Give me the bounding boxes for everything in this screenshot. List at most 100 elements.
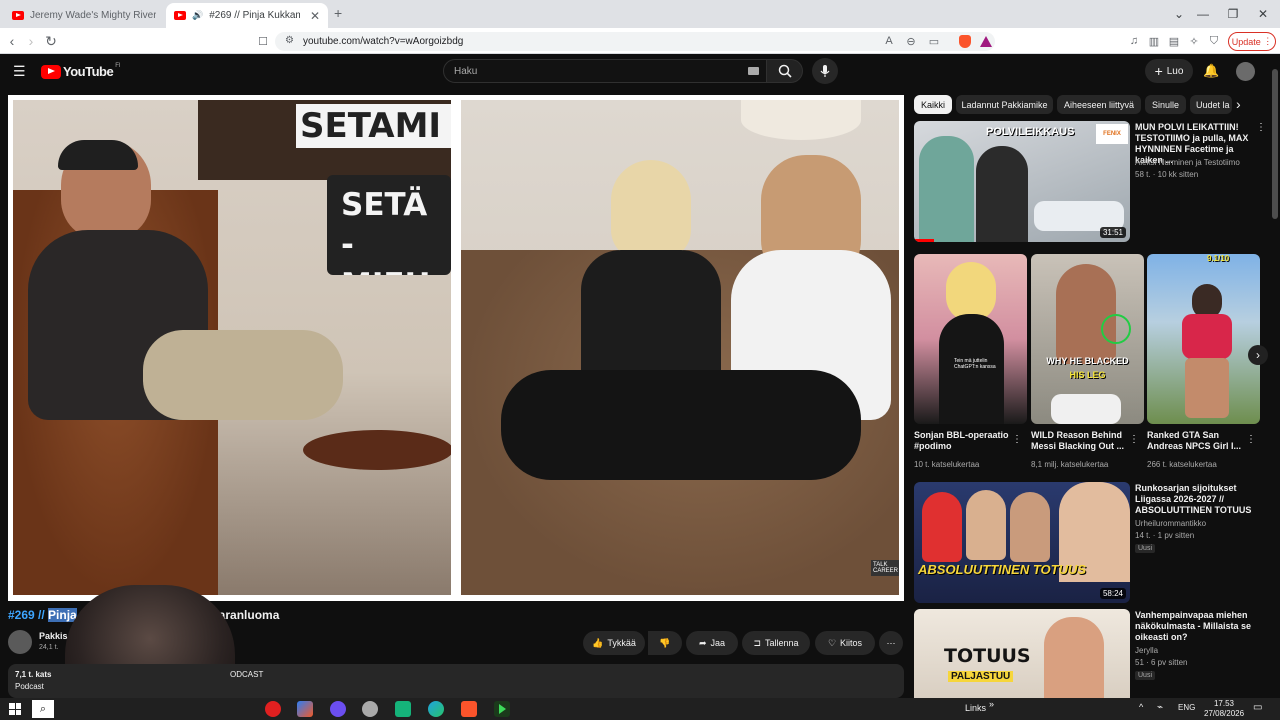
short-more-icon[interactable]: ⋮ bbox=[1012, 434, 1022, 445]
chip-uploaded-by[interactable]: Ladannut Pakkiamike bbox=[956, 95, 1053, 114]
shorts-next-icon[interactable]: › bbox=[1248, 345, 1268, 365]
brave-shield-icon[interactable] bbox=[957, 33, 973, 49]
media-icon[interactable]: ♫ bbox=[1126, 33, 1142, 49]
brave-rewards-icon[interactable] bbox=[978, 33, 994, 49]
chat-app-icon[interactable] bbox=[330, 701, 346, 717]
short-title-2[interactable]: WILD Reason Behind Messi Blacking Out ..… bbox=[1031, 430, 1126, 452]
back-icon[interactable]: ‹ bbox=[3, 32, 21, 50]
minimize-icon[interactable]: — bbox=[1188, 0, 1218, 28]
reload-icon[interactable]: ↻ bbox=[42, 32, 60, 50]
sidebar-icon[interactable]: ▥ bbox=[1146, 33, 1162, 49]
share-button[interactable]: ➦ Jaa bbox=[686, 631, 738, 655]
browser-tab-2[interactable]: 🔊 #269 // Pinja Kukkamäki & C ✕ bbox=[166, 3, 328, 28]
thumb-title-text: POLVILEIKKAUS bbox=[986, 126, 1075, 138]
wallet-icon[interactable]: ▤ bbox=[1166, 33, 1182, 49]
bookmark-icon[interactable]: ☐ bbox=[254, 32, 272, 50]
site-info-icon[interactable]: ⚙ bbox=[285, 35, 294, 46]
rec-channel-1[interactable]: Aleksi Nurminen ja Testotiimo bbox=[1135, 158, 1260, 168]
notification-center-icon[interactable]: ▭ bbox=[1253, 702, 1262, 713]
menu-icon[interactable]: ☰ bbox=[13, 63, 26, 80]
title-hashtag[interactable]: #269 // bbox=[8, 608, 48, 622]
youtube-logo-icon bbox=[41, 64, 61, 79]
dislike-button[interactable]: 👎 bbox=[648, 631, 682, 655]
rec-thumbnail-1[interactable]: POLVILEIKKAUS FENIX 31:51 bbox=[914, 121, 1130, 242]
forward-icon[interactable]: › bbox=[22, 32, 40, 50]
links-toolbar[interactable]: Links bbox=[965, 703, 986, 713]
create-button[interactable]: + Luo bbox=[1145, 59, 1193, 83]
translate-icon[interactable]: A bbox=[881, 33, 897, 49]
short-caption-2: HIS LEG bbox=[1069, 370, 1106, 380]
short-views-3: 266 t. katselukertaa bbox=[1147, 460, 1217, 469]
media-app-icon[interactable] bbox=[395, 701, 411, 717]
thanks-button[interactable]: ♡ Kiitos bbox=[815, 631, 875, 655]
avatar[interactable] bbox=[1236, 62, 1255, 81]
chip-related[interactable]: Aiheeseen liittyvä bbox=[1057, 95, 1141, 114]
links-expand-icon[interactable]: » bbox=[989, 699, 994, 709]
channel-avatar[interactable] bbox=[8, 630, 32, 654]
opera-icon[interactable] bbox=[265, 701, 281, 717]
bookmark-save-icon: ⊐ bbox=[753, 637, 761, 648]
browser-tab-1[interactable]: Jeremy Wade's Mighty Rivers - Full E bbox=[4, 3, 164, 28]
taskbar-search-icon[interactable]: ⌕ bbox=[32, 700, 54, 718]
short-more-icon[interactable]: ⋮ bbox=[1246, 434, 1256, 445]
save-button[interactable]: ⊐ Tallenna bbox=[742, 631, 810, 655]
like-button[interactable]: 👍 Tykkää bbox=[583, 631, 645, 655]
edge-icon[interactable] bbox=[428, 701, 444, 717]
maximize-icon[interactable]: ❐ bbox=[1218, 0, 1248, 28]
search-input[interactable]: Haku bbox=[443, 59, 767, 83]
rec-thumbnail-2[interactable]: ABSOLUUTTINEN TOTUUS 58:24 bbox=[914, 482, 1130, 603]
close-window-icon[interactable]: ✕ bbox=[1248, 0, 1278, 28]
language-indicator[interactable]: ENG bbox=[1178, 703, 1195, 712]
youtube-favicon-icon bbox=[174, 11, 186, 20]
scrollbar-thumb[interactable] bbox=[1272, 69, 1278, 219]
chip-for-you[interactable]: Sinulle bbox=[1145, 95, 1186, 114]
video-player[interactable]: SETAMI SETÄ - MIEH TALK CAREER bbox=[8, 95, 904, 601]
short-title-1[interactable]: Sonjan BBL-operaatio #podimo bbox=[914, 430, 1009, 452]
short-title-3[interactable]: Ranked GTA San Andreas NPCS Girl I... bbox=[1147, 430, 1242, 452]
channel-name[interactable]: Pakkis bbox=[39, 631, 68, 641]
like-label: Tykkää bbox=[607, 638, 636, 648]
voice-search-button[interactable] bbox=[812, 58, 838, 84]
notifications-bell-icon[interactable]: 🔔 bbox=[1203, 63, 1219, 79]
chips-next-icon[interactable]: › bbox=[1236, 96, 1241, 112]
short-thumbnail-1[interactable]: Tein mä juttelin ChatGPT:n kanssa bbox=[914, 254, 1027, 424]
rec-more-icon[interactable]: ⋮ bbox=[1256, 122, 1266, 133]
search-placeholder: Haku bbox=[454, 65, 478, 77]
network-icon[interactable]: ⌁ bbox=[1157, 702, 1163, 713]
keyboard-icon[interactable] bbox=[748, 67, 759, 75]
rec-thumbnail-3[interactable]: TOTUUS PALJASTUU bbox=[914, 609, 1130, 698]
terminal-app-icon[interactable] bbox=[494, 701, 510, 717]
chip-all[interactable]: Kaikki bbox=[914, 95, 952, 114]
app-icon[interactable] bbox=[297, 701, 313, 717]
extensions-icon[interactable]: ✧ bbox=[1186, 33, 1202, 49]
rec-channel-3[interactable]: Jerylla bbox=[1135, 646, 1260, 656]
update-button[interactable]: Update ⋮ bbox=[1228, 32, 1276, 51]
windows-start-icon[interactable] bbox=[9, 703, 21, 715]
settings-app-icon[interactable] bbox=[362, 701, 378, 717]
person-shirtless bbox=[1056, 264, 1116, 364]
close-tab-icon[interactable]: ✕ bbox=[310, 9, 320, 23]
split-divider bbox=[451, 100, 461, 595]
page-scrollbar[interactable] bbox=[1270, 55, 1280, 698]
short-more-icon[interactable]: ⋮ bbox=[1129, 434, 1139, 445]
rec-title-2[interactable]: Runkosarjan sijoitukset Liigassa 2026-20… bbox=[1135, 483, 1260, 516]
create-label: Luo bbox=[1166, 65, 1184, 77]
description-views: 7,1 t. kats bbox=[15, 670, 52, 679]
cast-icon[interactable]: ▭ bbox=[926, 33, 942, 49]
person-top-1 bbox=[581, 250, 721, 390]
zoom-icon[interactable]: ⊖ bbox=[903, 33, 919, 49]
search-button[interactable] bbox=[767, 59, 803, 83]
description-box[interactable]: 7,1 t. kats Podcast ODCAST bbox=[8, 664, 904, 698]
more-actions-button[interactable]: ⋯ bbox=[879, 631, 903, 655]
rec-title-3[interactable]: Vanhempainvapaa miehen näkökulmasta - Mi… bbox=[1135, 610, 1260, 643]
short-thumbnail-2[interactable]: WHY HE BLACKED HIS LEG bbox=[1031, 254, 1144, 424]
youtube-logo[interactable]: YouTube FI bbox=[41, 63, 121, 79]
new-tab-icon[interactable]: + bbox=[334, 5, 342, 21]
chip-new[interactable]: Uudet la bbox=[1190, 95, 1232, 114]
brave-taskbar-icon[interactable] bbox=[461, 701, 477, 717]
clock[interactable]: 17.53 27/08/2026 bbox=[1204, 699, 1244, 719]
rec-channel-2[interactable]: Urheilurommantikko bbox=[1135, 519, 1260, 529]
tray-up-icon[interactable]: ^ bbox=[1139, 702, 1143, 712]
short-thumbnail-3[interactable]: 9.1/10 bbox=[1147, 254, 1260, 424]
vpn-icon[interactable]: ⛉ bbox=[1206, 33, 1222, 49]
